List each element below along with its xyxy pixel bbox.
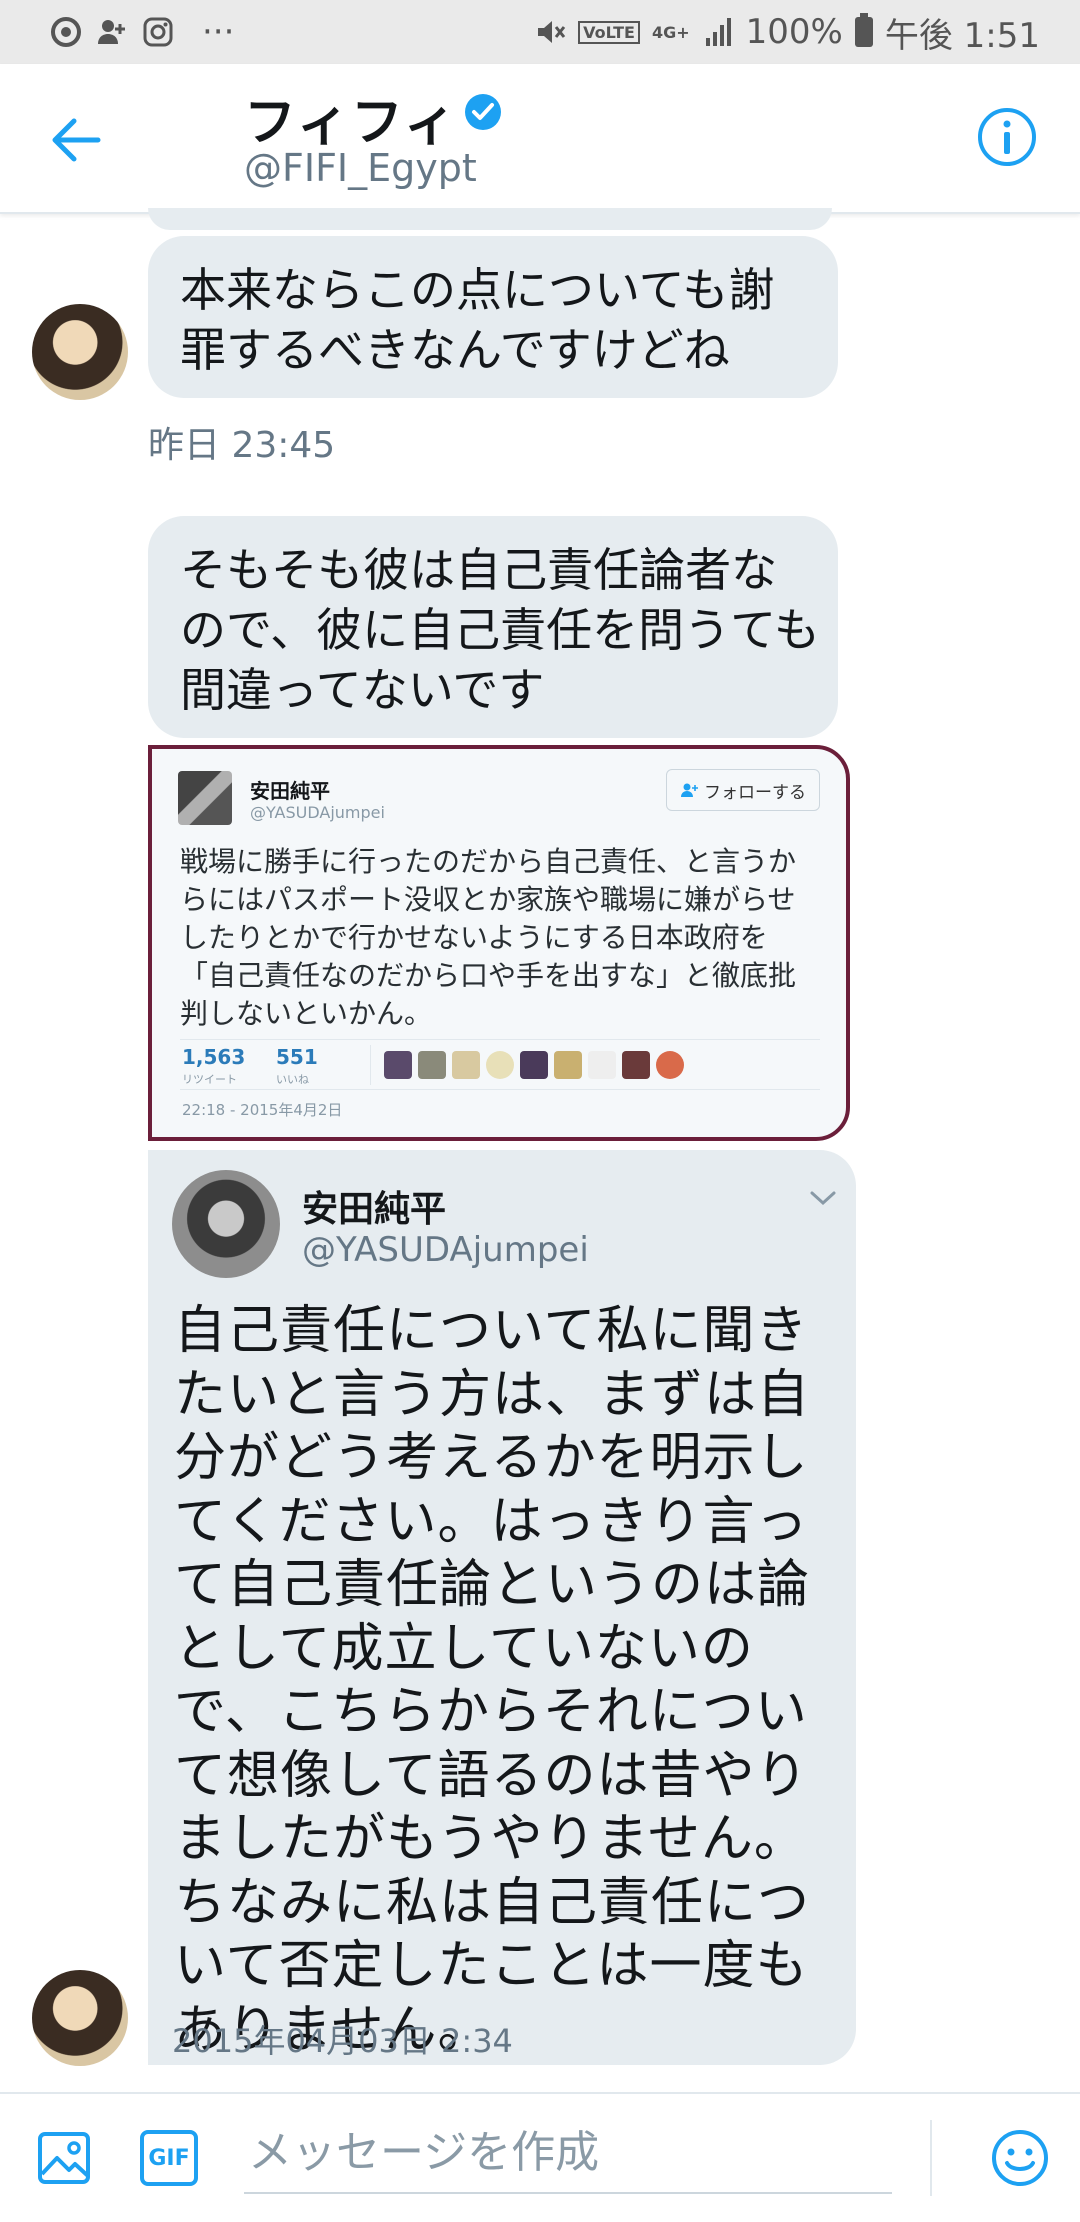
- liker-avatar: [588, 1051, 616, 1079]
- divider: [180, 1089, 820, 1090]
- liker-avatar: [656, 1051, 684, 1079]
- screenshot-tweet-date: 22:18 - 2015年4月2日: [182, 1101, 343, 1119]
- message-text: そもそも彼は自己責任論者なので、彼に自己責任を問うても間違ってないです: [180, 543, 820, 717]
- message-bubble[interactable]: 本来ならこの点についても謝罪するべきなんですけどね: [148, 236, 838, 398]
- message-bubble[interactable]: そもそも彼は自己責任論者なので、彼に自己責任を問うても間違ってないです: [148, 516, 838, 738]
- contact-name: フィフィ: [244, 93, 458, 153]
- info-icon[interactable]: [976, 106, 1038, 168]
- screenshot-tweet-text: 戦場に勝手に行ったのだから自己責任、と言うからにはパスポート没収とか家族や職場に…: [180, 845, 797, 1030]
- status-bar: ··· VoLTE 4G+ 100% 午後 1:51: [0, 0, 1080, 64]
- clock: 午後 1:51: [884, 15, 1040, 56]
- liker-avatar: [384, 1051, 412, 1079]
- battery-percent: 100%: [745, 12, 843, 52]
- status-bar-left: ···: [50, 0, 234, 64]
- tweet-date: 2015年04月03日 2:34: [172, 2022, 513, 2060]
- status-bar-right: VoLTE 4G+ 100% 午後 1:51: [534, 0, 1040, 64]
- emoji-icon[interactable]: [990, 2128, 1050, 2188]
- like-count: 551: [276, 1045, 318, 1069]
- message-text: 本来ならこの点についても謝罪するべきなんですけどね: [180, 263, 775, 377]
- conversation-header: フィフィ @FIFI_Egypt: [0, 64, 1080, 214]
- liker-avatar: [418, 1051, 446, 1079]
- message-input[interactable]: [244, 2112, 892, 2194]
- divider: [370, 1045, 371, 1085]
- tweet-author-avatar[interactable]: [172, 1170, 280, 1278]
- liker-avatar: [452, 1051, 480, 1079]
- screenshot-avatar: [178, 771, 232, 825]
- liker-avatar: [486, 1051, 514, 1079]
- shared-tweet-card[interactable]: 安田純平 @YASUDAjumpei 自己責任について私に聞きたいと言う方は、ま…: [148, 1150, 856, 2065]
- screenshot-follow-button: フォローする: [666, 769, 820, 811]
- battery-icon: [854, 13, 873, 47]
- message-composer: GIF: [0, 2092, 1080, 2222]
- add-contact-icon: [98, 20, 125, 44]
- screenshot-author-name: 安田純平: [250, 779, 330, 803]
- verified-badge-icon: [465, 94, 501, 130]
- liker-avatar: [554, 1051, 582, 1079]
- mute-icon: [538, 21, 566, 43]
- gif-button[interactable]: GIF: [140, 2130, 198, 2186]
- more-notifications-dots: ···: [202, 12, 235, 52]
- tweet-author-handle: @YASUDAjumpei: [302, 1230, 589, 1270]
- chrome-icon: [51, 17, 81, 47]
- like-label: いいね: [276, 1073, 309, 1086]
- liker-avatar: [622, 1051, 650, 1079]
- message-timestamp: 昨日 23:45: [148, 425, 336, 466]
- retweet-label: リツイート: [182, 1073, 237, 1086]
- retweet-count: 1,563: [182, 1045, 246, 1069]
- follow-label: フォローする: [704, 782, 806, 803]
- tweet-author-name: 安田純平: [302, 1189, 447, 1230]
- follow-person-icon: [681, 783, 698, 797]
- previous-message-bubble: [148, 208, 832, 230]
- contact-handle: @FIFI_Egypt: [244, 146, 477, 190]
- likers-avatars: [384, 1051, 684, 1079]
- signal-icon: [705, 18, 731, 46]
- volte-badge: VoLTE: [578, 20, 640, 44]
- network-type: 4G+: [651, 22, 690, 42]
- screenshot-author-handle: @YASUDAjumpei: [250, 803, 385, 822]
- back-arrow-icon[interactable]: [46, 110, 106, 170]
- liker-avatar: [520, 1051, 548, 1079]
- tweet-text: 自己責任について私に聞きたいと言う方は、まずは自分がどう考えるかを明示してくださ…: [174, 1301, 811, 2060]
- instagram-icon: [143, 17, 173, 47]
- sender-avatar[interactable]: [32, 304, 128, 400]
- divider: [180, 1039, 820, 1040]
- sender-avatar[interactable]: [32, 1970, 128, 2066]
- divider: [930, 2120, 932, 2196]
- chevron-down-icon[interactable]: [808, 1188, 838, 1208]
- attached-tweet-screenshot[interactable]: 安田純平 @YASUDAjumpei フォローする 戦場に勝手に行ったのだから自…: [148, 745, 850, 1141]
- image-icon[interactable]: [36, 2130, 92, 2186]
